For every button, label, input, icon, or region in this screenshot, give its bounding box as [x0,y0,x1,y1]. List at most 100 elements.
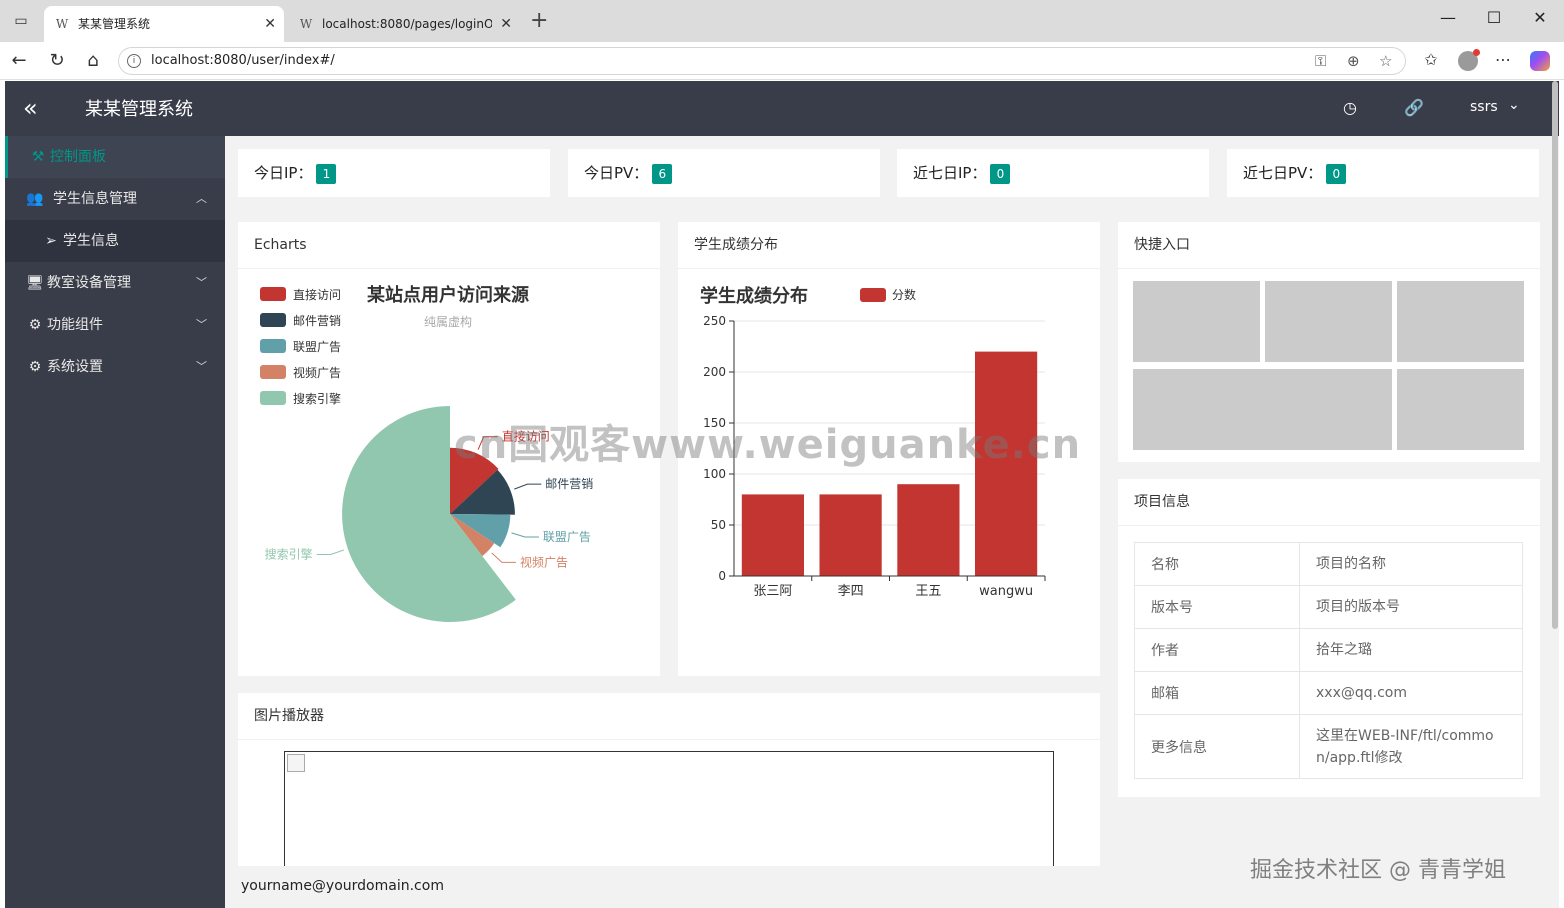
browser-tab-active[interactable]: W 某某管理系统 ✕ [44,6,284,42]
stat-label: 今日PV： 6 [584,162,673,184]
minimize-icon[interactable]: — [1433,8,1463,27]
favorites-icon[interactable]: ✩ [1420,50,1442,69]
chart-subtitle: 纯属虚构 [424,314,472,329]
pie-label-line [511,532,539,538]
quick-entry-tile[interactable] [1265,281,1392,362]
sidebar-item-classroom-devices[interactable]: 🖥 教室设备管理 ﹀ [5,262,225,304]
bar[interactable] [819,494,882,576]
legend-label[interactable]: 分数 [892,287,916,302]
legend-swatch[interactable] [260,391,286,405]
stat-title: 今日PV： [584,164,649,182]
table-cell-value: 拾年之璐 [1299,628,1523,672]
gear-icon: ⚙ [28,317,42,333]
card-divider [238,739,1100,740]
sidebar-item-system-settings[interactable]: ⚙ 系统设置 ﹀ [5,346,225,388]
close-window-icon[interactable]: ✕ [1525,8,1555,27]
key-icon[interactable]: ⚿ [1315,52,1326,70]
table-cell-key: 更多信息 [1134,714,1300,779]
footer-email: yourname@yourdomain.com [241,878,444,894]
collapse-sidebar-icon[interactable]: « [23,95,38,121]
browser-tab-strip: ▭ W 某某管理系统 ✕ W localhost:8080/pages/logi… [0,0,1564,42]
legend-swatch[interactable] [260,339,286,353]
sidebar-item-label: 系统设置 [47,359,103,375]
refresh-icon[interactable]: ↻ [46,50,68,72]
table-row: 名称 项目的名称 [1134,542,1523,586]
url-text[interactable]: localhost:8080/user/index#/ [151,53,335,68]
scrollbar[interactable] [1552,81,1558,629]
quick-entry-tile[interactable] [1397,369,1524,450]
chevron-down-icon[interactable]: ⌄ [1508,97,1520,113]
legend-label[interactable]: 联盟广告 [293,340,341,354]
card-title: 快捷入口 [1134,237,1190,253]
y-tick-label: 0 [718,569,726,583]
bar[interactable] [897,484,960,576]
zoom-icon[interactable]: ⊕ [1347,52,1360,70]
legend-label[interactable]: 搜索引擎 [293,391,341,406]
dashboard-icon: ⚒ [31,149,45,165]
quick-entry-tile[interactable] [1397,281,1524,362]
pie-label-line [491,552,516,563]
link-icon[interactable]: 🔗 [1404,98,1424,117]
chevron-up-icon: ︿ [196,192,207,205]
table-cell-value: 项目的名称 [1299,542,1523,586]
stat-title: 近七日PV： [1243,164,1323,182]
app-header: « 某某管理系统 ◷ 🔗 ssrs ⌄ [5,81,1559,136]
close-tab-icon[interactable]: ✕ [500,6,512,42]
more-icon[interactable]: ⋯ [1492,50,1514,69]
copilot-icon[interactable] [1530,51,1550,71]
clock-icon[interactable]: ◷ [1340,98,1360,117]
user-name[interactable]: ssrs [1470,99,1498,115]
x-tick-label: 王五 [915,584,941,599]
sidebar-item-student-management[interactable]: 👥 学生信息管理 ︿ [5,178,225,220]
legend-swatch[interactable] [860,288,886,302]
card-divider [1118,525,1540,526]
sidebar-item-components[interactable]: ⚙ 功能组件 ﹀ [5,304,225,346]
send-icon: ➢ [45,233,57,249]
legend-swatch[interactable] [260,313,286,327]
stat-badge: 0 [1326,163,1347,184]
site-info-icon[interactable]: i [127,54,141,68]
sidebar-item-student-info[interactable]: ➢ 学生信息 [5,220,225,262]
pie-label-line [514,483,542,490]
stat-label: 今日IP： 1 [254,162,337,184]
legend-swatch[interactable] [260,287,286,301]
close-tab-icon[interactable]: ✕ [264,6,276,42]
legend-swatch[interactable] [260,365,286,379]
table-cell-value: 这里在WEB-INF/ftl/common/app.ftl修改 [1299,714,1523,779]
tab-actions-icon[interactable]: ▭ [12,12,30,30]
sidebar-item-label: 学生信息 [63,233,119,249]
carousel-image[interactable] [284,751,1054,871]
sidebar-item-dashboard[interactable]: ⚒ 控制面板 [5,136,225,178]
table-row: 更多信息 这里在WEB-INF/ftl/common/app.ftl修改 [1134,714,1523,779]
image-player-card: 图片播放器 [238,693,1100,893]
bar[interactable] [741,494,804,576]
stat-label: 近七日PV： 0 [1243,162,1347,184]
quick-entry-tile[interactable] [1133,369,1392,450]
x-tick-label: 李四 [838,584,864,599]
url-field[interactable]: i localhost:8080/user/index#/ ⚿ ⊕ ☆ [118,47,1406,75]
app-window: « 某某管理系统 ◷ 🔗 ssrs ⌄ ⚒ 控制面板 👥 学生信息管理 ︿ ➢ … [5,81,1559,908]
chevron-down-icon: ﹀ [196,360,207,373]
back-icon[interactable]: ← [8,50,30,72]
browser-tab[interactable]: W localhost:8080/pages/loginOrReg ✕ [288,6,520,42]
legend-label[interactable]: 直接访问 [293,287,341,302]
legend-label[interactable]: 邮件营销 [293,314,341,328]
maximize-icon[interactable]: ☐ [1479,8,1509,27]
favorite-star-icon[interactable]: ☆ [1379,52,1392,70]
table-row: 版本号 项目的版本号 [1134,585,1523,629]
new-tab-icon[interactable]: + [530,10,548,32]
y-tick-label: 50 [711,518,726,532]
tab-title: localhost:8080/pages/loginOrReg [322,17,492,31]
y-tick-label: 200 [703,365,726,379]
stat-badge: 0 [990,163,1011,184]
monitor-icon: 🖥 [26,275,44,291]
quick-entry-tile[interactable] [1133,281,1260,362]
stat-label: 近七日IP： 0 [913,162,1011,184]
legend-label[interactable]: 视频广告 [293,365,341,380]
card-title: 学生成绩分布 [694,237,778,253]
table-cell-value: 项目的版本号 [1299,585,1523,629]
home-icon[interactable]: ⌂ [82,50,104,72]
card-title: Echarts [254,237,307,253]
x-tick-label: wangwu [979,584,1033,599]
tab-favicon: W [55,17,69,31]
